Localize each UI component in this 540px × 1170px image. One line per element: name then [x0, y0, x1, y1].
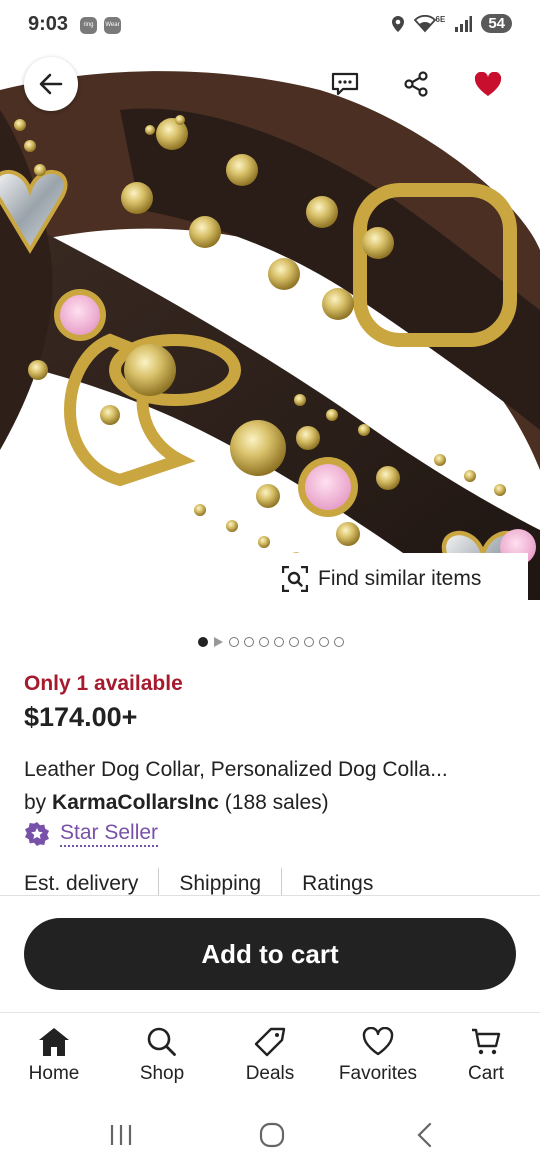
- nav-favorites[interactable]: Favorites: [324, 1013, 432, 1102]
- share-button[interactable]: [398, 66, 434, 102]
- carousel-dot[interactable]: [334, 637, 344, 647]
- seller-name-link[interactable]: KarmaCollarsInc: [52, 791, 219, 814]
- nav-cart[interactable]: Cart: [432, 1013, 540, 1102]
- share-icon: [404, 71, 428, 97]
- dog-collar-photo: [0, 71, 540, 600]
- product-title[interactable]: Leather Dog Collar, Personalized Dog Col…: [24, 758, 524, 782]
- carousel-dot[interactable]: [274, 637, 284, 647]
- system-nav-bar: [0, 1102, 540, 1170]
- cart-icon: [472, 1028, 501, 1055]
- system-back-icon[interactable]: [413, 1122, 439, 1148]
- sales-count: (188 sales): [224, 791, 329, 814]
- tab-shipping[interactable]: Shipping: [159, 868, 283, 895]
- carousel-dot-active[interactable]: [198, 637, 208, 647]
- nav-deals[interactable]: Deals: [216, 1013, 324, 1102]
- arrow-left-icon: [39, 73, 63, 95]
- star-seller-badge[interactable]: Star Seller: [24, 821, 159, 847]
- carousel-indicator[interactable]: [198, 637, 344, 647]
- find-similar-button[interactable]: Find similar items: [268, 553, 528, 605]
- carousel-dot[interactable]: [289, 637, 299, 647]
- carousel-dot[interactable]: [229, 637, 239, 647]
- star-badge-icon: [25, 822, 49, 846]
- status-time: 9:03: [28, 13, 69, 35]
- recent-apps-icon[interactable]: [108, 1122, 134, 1148]
- seller-byline: by KarmaCollarsInc (188 sales): [24, 791, 329, 815]
- message-icon: [331, 72, 359, 96]
- price: $174.00+: [24, 702, 138, 732]
- nav-cart-label: Cart: [468, 1063, 504, 1084]
- carousel-dot[interactable]: [244, 637, 254, 647]
- favorite-button[interactable]: [470, 66, 506, 102]
- carousel-dot[interactable]: [259, 637, 269, 647]
- message-seller-button[interactable]: [327, 66, 363, 102]
- add-to-cart-button[interactable]: Add to cart: [24, 918, 516, 990]
- nav-home-label: Home: [28, 1063, 80, 1084]
- bottom-nav: Home Shop Deals Favorites Cart: [0, 1012, 540, 1102]
- availability-text: Only 1 available: [24, 672, 183, 695]
- wear-app-icon: Wear: [104, 17, 121, 34]
- carousel-dot[interactable]: [304, 637, 314, 647]
- visual-search-icon: [282, 566, 308, 592]
- heart-filled-icon: [474, 71, 502, 96]
- status-indicators: 6E 54: [391, 14, 512, 33]
- home-icon: [39, 1028, 69, 1056]
- status-bar: 9:03 ring Wear 6E 54: [0, 0, 540, 50]
- nav-deals-label: Deals: [245, 1063, 295, 1084]
- product-image[interactable]: [0, 50, 540, 600]
- ring-app-icon: ring: [80, 17, 97, 34]
- tab-ratings[interactable]: Ratings: [282, 868, 393, 895]
- nav-favorites-label: Favorites: [338, 1063, 418, 1084]
- carousel-dot[interactable]: [319, 637, 329, 647]
- nav-home[interactable]: Home: [0, 1013, 108, 1102]
- nav-shop-label: Shop: [139, 1063, 185, 1084]
- search-icon: [147, 1027, 176, 1056]
- wifi-icon: 6E: [413, 14, 446, 33]
- tag-icon: [254, 1027, 286, 1057]
- video-play-icon[interactable]: [214, 637, 223, 647]
- star-seller-label: Star Seller: [60, 821, 159, 847]
- location-icon: [391, 15, 404, 32]
- by-prefix: by: [24, 791, 47, 814]
- signal-icon: [455, 15, 473, 32]
- back-button[interactable]: [24, 57, 78, 111]
- tab-est-delivery[interactable]: Est. delivery: [0, 868, 160, 895]
- heart-icon: [362, 1027, 394, 1056]
- nav-shop[interactable]: Shop: [108, 1013, 216, 1102]
- details-tabs: Est. delivery Shipping Ratings: [0, 868, 540, 896]
- cart-action-area: Add to cart: [0, 896, 540, 1012]
- home-circle-icon[interactable]: [259, 1122, 285, 1148]
- network-type: 6E: [435, 14, 446, 24]
- battery-indicator: 54: [481, 14, 512, 33]
- find-similar-label: Find similar items: [318, 567, 482, 590]
